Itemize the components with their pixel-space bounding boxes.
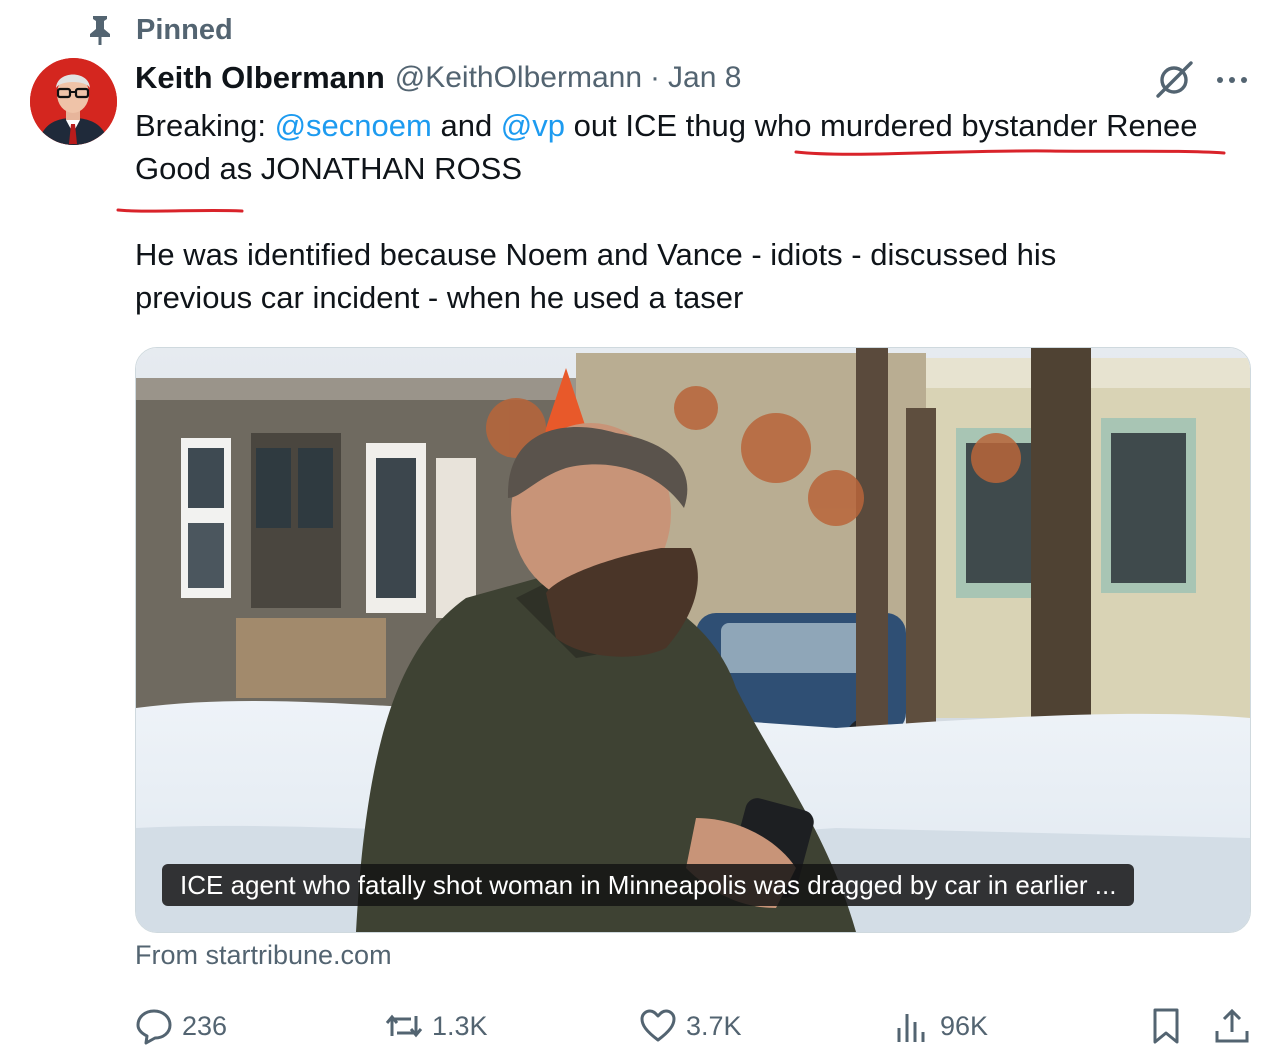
tweet-text-line-2: Good as JONATHAN ROSS — [135, 151, 523, 186]
author-name[interactable]: Keith Olbermann — [135, 60, 385, 96]
views-icon — [897, 1014, 925, 1042]
like-count: 3.7K — [686, 1010, 742, 1041]
tweet-text-line-4: previous car incident - when he used a t… — [135, 280, 744, 315]
video-caption: ICE agent who fatally shot woman in Minn… — [162, 864, 1135, 906]
text-segment: Breaking: — [135, 108, 275, 143]
video-thumbnail — [136, 348, 1250, 932]
view-count: 96K — [940, 1010, 989, 1041]
tweet-date[interactable]: Jan 8 — [668, 61, 741, 95]
pin-icon — [90, 16, 110, 45]
reply-count: 236 — [182, 1010, 228, 1041]
like-button[interactable]: 3.7K — [638, 1000, 742, 1052]
avatar[interactable] — [30, 58, 117, 145]
more-icon[interactable] — [1212, 60, 1252, 100]
grok-icon[interactable] — [1152, 58, 1196, 102]
repost-count: 1.3K — [432, 1010, 488, 1041]
text-segment: and — [431, 108, 501, 143]
tweet-text-line-1: Breaking: @secnoem and @vp out ICE thug … — [135, 104, 1197, 147]
mention-secnoem-link[interactable]: @secnoem — [275, 108, 432, 143]
reply-button[interactable]: 236 — [134, 1000, 227, 1052]
link-source[interactable]: From startribune.com — [135, 940, 392, 971]
bookmark-icon[interactable] — [1146, 1006, 1186, 1046]
media-card[interactable] — [135, 347, 1251, 933]
author-handle[interactable]: @KeithOlbermann — [395, 61, 642, 95]
text-segment: out ICE thug who murdered bystander Rene… — [565, 108, 1198, 143]
reply-icon — [136, 1009, 172, 1045]
separator-dot: · — [650, 61, 661, 94]
pinned-indicator: Pinned — [86, 10, 233, 50]
repost-icon — [385, 1014, 423, 1038]
tweet-header: Keith Olbermann @KeithOlbermann · Jan 8 — [135, 56, 741, 100]
repost-button[interactable]: 1.3K — [384, 1000, 488, 1052]
share-icon[interactable] — [1212, 1006, 1252, 1046]
like-icon — [640, 1009, 676, 1042]
tweet-text-line-3: He was identified because Noem and Vance… — [135, 237, 1057, 272]
pinned-label: Pinned — [136, 13, 233, 46]
mention-vp-link[interactable]: @vp — [501, 108, 565, 143]
views-button[interactable]: 96K — [892, 1000, 988, 1052]
